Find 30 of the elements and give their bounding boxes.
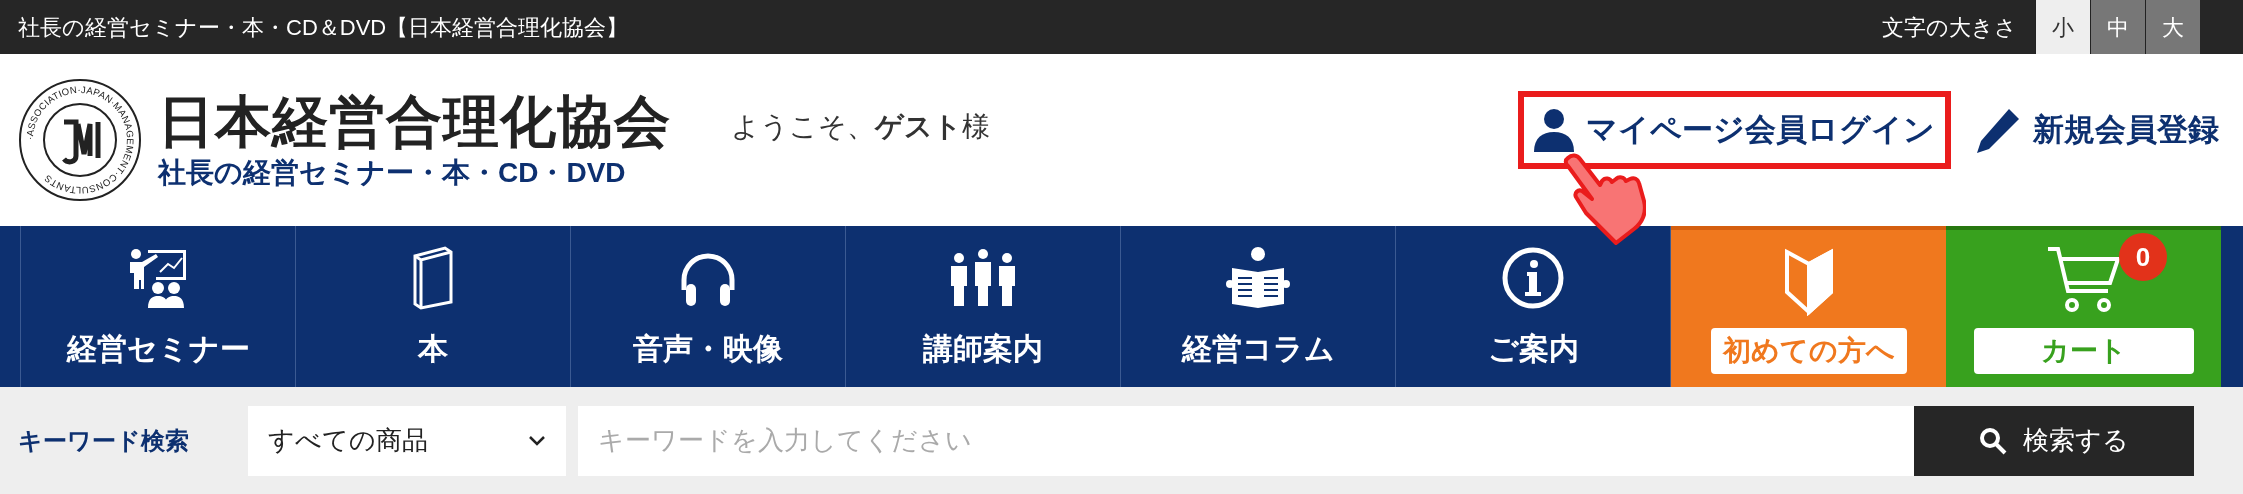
nav-item[interactable]: 経営コラム: [1121, 226, 1396, 387]
search-button[interactable]: 検索する: [1914, 405, 2194, 476]
font-size-button[interactable]: 中: [2090, 0, 2145, 54]
site-subtitle: 社長の経営セミナー・本・CD・DVD: [158, 155, 627, 190]
pointing-hand-icon: [1562, 152, 1646, 248]
nav-label: カート: [1973, 327, 2194, 374]
chevron-down-icon: [528, 434, 546, 447]
info-icon: [1501, 246, 1565, 310]
nav-item[interactable]: 経営セミナー: [21, 226, 296, 387]
member-login-button[interactable]: マイページ会員ログイン: [1518, 91, 1951, 169]
keyword-search-field[interactable]: キーワードを入力してください: [578, 405, 1914, 476]
nav-item[interactable]: 本: [296, 226, 571, 387]
nav-item[interactable]: 講師案内: [846, 226, 1121, 387]
search-label: キーワード検索: [18, 425, 190, 456]
nav-label: 初めての方へ: [1710, 327, 1907, 374]
welcome-text: ようこそ、ゲスト様: [731, 110, 990, 144]
category-select[interactable]: すべての商品: [248, 405, 566, 476]
user-icon: [1534, 108, 1574, 152]
font-size-label: 文字の大きさ: [1882, 13, 2017, 42]
register-link[interactable]: 新規会員登録: [1977, 106, 2219, 154]
search-icon: [1979, 426, 2007, 455]
pencil-icon: [1977, 107, 2021, 153]
nav-item[interactable]: 音声・映像: [571, 226, 846, 387]
site-title: 日本経営合理化協会: [158, 90, 671, 155]
cart-icon: [2045, 244, 2122, 315]
font-size-button[interactable]: 大: [2145, 0, 2200, 54]
cart-count-badge: 0: [2119, 233, 2167, 281]
font-size-button[interactable]: 小: [2035, 0, 2090, 54]
site-tagline: 社長の経営セミナー・本・CD＆DVD【日本経営合理化協会】: [18, 13, 629, 42]
cart-nav-item[interactable]: カート 0: [1946, 226, 2221, 387]
